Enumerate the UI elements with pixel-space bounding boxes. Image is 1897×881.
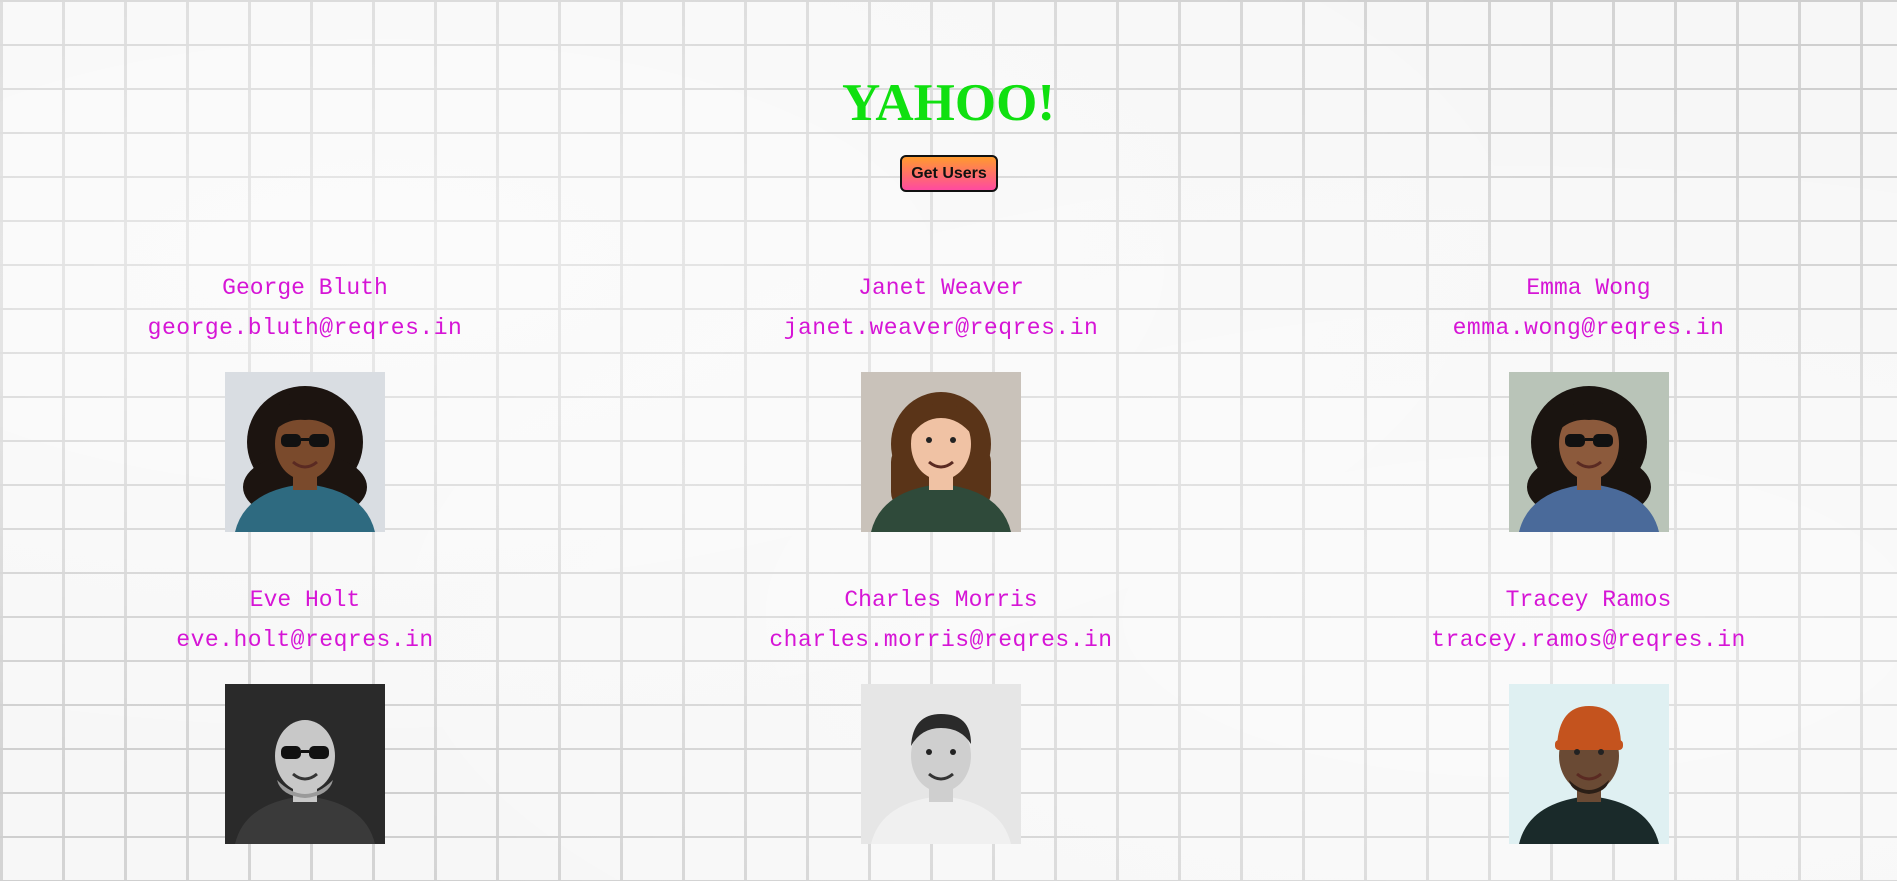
user-card: Tracey Ramos tracey.ramos@reqres.in bbox=[1272, 582, 1897, 881]
avatar-photo bbox=[225, 684, 385, 844]
avatar-photo bbox=[225, 372, 385, 532]
user-email: emma.wong@reqres.in bbox=[1452, 315, 1725, 341]
get-users-button[interactable]: Get Users bbox=[900, 155, 998, 192]
user-email: janet.weaver@reqres.in bbox=[783, 315, 1099, 341]
user-email: tracey.ramos@reqres.in bbox=[1431, 627, 1746, 653]
user-name: George Bluth bbox=[222, 275, 388, 301]
user-avatar bbox=[1508, 684, 1669, 844]
page-title: YAHOO! bbox=[841, 74, 1055, 132]
user-name: Charles Morris bbox=[844, 587, 1038, 613]
user-name: Janet Weaver bbox=[858, 275, 1024, 301]
user-avatar bbox=[1508, 372, 1669, 532]
user-card: George Bluth george.bluth@reqres.in bbox=[0, 270, 610, 582]
user-card: Janet Weaver janet.weaver@reqres.in bbox=[610, 270, 1272, 582]
user-card: Emma Wong emma.wong@reqres.in bbox=[1272, 270, 1897, 582]
user-name: Eve Holt bbox=[249, 587, 361, 613]
user-card: Eve Holt eve.holt@reqres.in bbox=[0, 582, 610, 881]
user-avatar bbox=[225, 372, 385, 532]
user-card: Charles Morris charles.morris@reqres.in bbox=[610, 582, 1272, 881]
avatar-photo bbox=[1508, 684, 1669, 844]
avatar-photo bbox=[861, 372, 1021, 532]
user-avatar bbox=[861, 372, 1021, 532]
users-grid: George Bluth george.bluth@reqres.in Jane… bbox=[0, 270, 1897, 881]
user-email: charles.morris@reqres.in bbox=[769, 627, 1113, 653]
user-email: eve.holt@reqres.in bbox=[176, 627, 434, 653]
user-avatar bbox=[861, 684, 1021, 844]
avatar-photo bbox=[861, 684, 1021, 844]
user-name: Emma Wong bbox=[1526, 275, 1651, 301]
user-name: Tracey Ramos bbox=[1505, 587, 1672, 613]
user-avatar bbox=[225, 684, 385, 844]
user-email: george.bluth@reqres.in bbox=[147, 315, 463, 341]
avatar-photo bbox=[1508, 372, 1669, 532]
